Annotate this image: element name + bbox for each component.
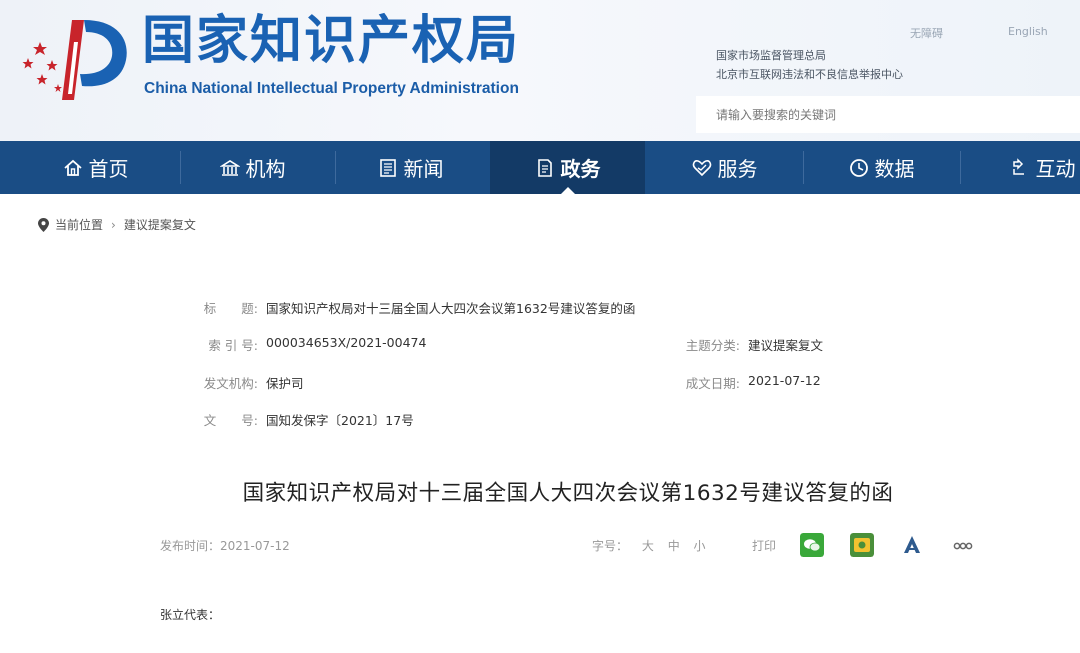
nav-item-affairs[interactable]: 政务 [490, 141, 645, 194]
publish-date: 发布时间：2021-07-12 [160, 539, 290, 553]
more-share-icon[interactable] [950, 533, 974, 557]
nav-label: 数据 [874, 157, 915, 181]
chat-icon [1010, 157, 1030, 178]
news-icon [378, 158, 398, 178]
nav-item-data[interactable]: 数据 [804, 141, 959, 194]
nav-label: 新闻 [403, 157, 444, 181]
wechat-share-icon[interactable] [800, 533, 824, 557]
document-icon [535, 158, 555, 178]
site-title: 国家知识产权局 [142, 11, 521, 71]
breadcrumb-item-proposals[interactable]: 建议提案复文 [124, 216, 196, 233]
nav-label: 服务 [717, 157, 758, 181]
header-notices: 国家市场监督管理总局 北京市互联网违法和不良信息举报中心 [716, 46, 903, 84]
font-size-small[interactable]: 小 [694, 539, 706, 553]
site-subtitle: China National Intellectual Property Adm… [144, 80, 519, 97]
english-link[interactable]: English [1008, 25, 1048, 38]
home-icon [63, 158, 83, 178]
location-pin-icon [38, 217, 49, 232]
nav-item-organization[interactable]: 机构 [175, 141, 330, 194]
print-button[interactable]: 打印 [752, 537, 776, 554]
meta-date-value: 2021-07-12 [748, 373, 821, 388]
building-icon [219, 158, 240, 178]
meta-label: 主题分类: [685, 338, 740, 353]
accessibility-link[interactable]: 无障碍 [910, 25, 943, 41]
breadcrumb-current-location[interactable]: 当前位置 [55, 216, 103, 233]
nav-label: 机构 [245, 157, 286, 181]
font-size-label: 字号： [592, 539, 629, 553]
weibo-share-icon[interactable] [850, 533, 874, 557]
nav-label: 首页 [88, 157, 129, 181]
nav-item-news[interactable]: 新闻 [333, 141, 488, 194]
search-input[interactable] [696, 96, 1080, 133]
meta-label: 成文日期: [685, 376, 740, 391]
clock-icon [849, 158, 869, 178]
meta-title-value: 国家知识产权局对十三届全国人大四次会议第1632号建议答复的函 [266, 301, 636, 316]
meta-issuer-value: 保护司 [266, 376, 304, 391]
font-size-medium[interactable]: 中 [668, 539, 680, 553]
nav-item-interaction[interactable]: 互动 [965, 141, 1080, 194]
nav-label: 政务 [560, 157, 601, 181]
meta-docno-value: 国知发保字〔2021〕17号 [266, 413, 414, 428]
meta-label: 标 题: [203, 301, 258, 316]
breadcrumb-separator: › [111, 217, 116, 232]
meta-category-value: 建议提案复文 [748, 338, 824, 353]
nav-divider [960, 151, 961, 184]
notice-line[interactable]: 北京市互联网违法和不良信息举报中心 [716, 65, 903, 84]
top-links: 无障碍 English [0, 25, 1080, 41]
meta-label: 索 引 号: [208, 338, 258, 353]
article-title: 国家知识产权局对十三届全国人大四次会议第1632号建议答复的函 [242, 481, 894, 506]
nav-item-services[interactable]: 服务 [647, 141, 802, 194]
qq-share-icon[interactable] [900, 533, 924, 557]
nav-item-home[interactable]: 首页 [18, 141, 173, 194]
meta-label: 发文机构: [203, 376, 258, 391]
font-size-large[interactable]: 大 [642, 539, 654, 553]
breadcrumb: 当前位置 › 建议提案复文 [38, 216, 196, 233]
font-size-control: 字号： 大 中 小 [592, 537, 706, 554]
nav-label: 互动 [1035, 157, 1076, 181]
meta-index-value: 000034653X/2021-00474 [266, 335, 427, 350]
notice-line[interactable]: 国家市场监督管理总局 [716, 46, 903, 65]
site-header: 国家知识产权局 China National Intellectual Prop… [0, 0, 1080, 141]
heart-icon [692, 158, 712, 178]
main-nav: 首页 机构 新闻 政务 服务 数据 互动 [0, 141, 1080, 194]
meta-label: 文 号: [203, 413, 258, 428]
letter-salutation: 张立代表： [160, 608, 221, 622]
